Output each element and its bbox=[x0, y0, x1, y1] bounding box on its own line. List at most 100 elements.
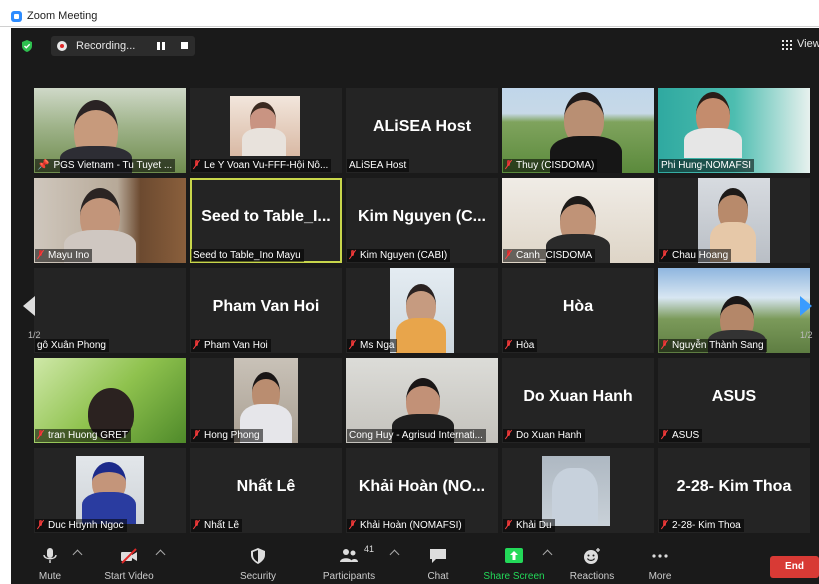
participant-name: Duc Huynh Ngoc bbox=[35, 519, 127, 532]
meeting-area: Recording... View 📌 PGS Vietnam - Tu Tuye… bbox=[11, 28, 819, 584]
participant-display-name: ALiSEA Host bbox=[372, 118, 472, 135]
view-label: View bbox=[797, 38, 819, 50]
participant-name: Cong Huy - Agrisud Internati... bbox=[347, 429, 486, 442]
video-tile[interactable]: Hòa Hòa bbox=[502, 268, 654, 353]
muted-mic-icon bbox=[661, 520, 668, 529]
muted-mic-icon bbox=[505, 520, 512, 529]
recording-label: Recording... bbox=[76, 40, 136, 52]
participant-display-name: Do Xuan Hanh bbox=[523, 388, 633, 405]
muted-mic-icon bbox=[193, 160, 200, 169]
participant-name: Mayu Ino bbox=[35, 249, 93, 262]
shield-check-icon[interactable] bbox=[20, 39, 34, 53]
participant-name: tran Huong GRET bbox=[35, 429, 132, 442]
video-tile[interactable]: Thuy (CISDOMA) bbox=[502, 88, 654, 173]
participant-name: gô Xuân Phong bbox=[35, 339, 109, 352]
more-label: More bbox=[648, 571, 672, 582]
microphone-icon bbox=[43, 548, 57, 563]
video-tile[interactable]: 📌 PGS Vietnam - Tu Tuyet ... bbox=[34, 88, 186, 173]
share-screen-icon bbox=[505, 548, 523, 563]
video-tile[interactable]: Canh_CISDOMA bbox=[502, 178, 654, 263]
muted-mic-icon bbox=[193, 520, 200, 529]
end-meeting-button[interactable]: End bbox=[770, 556, 819, 578]
participant-name: Phi Hung-NOMAFSI bbox=[659, 159, 755, 172]
participant-name: ALiSEA Host bbox=[347, 159, 410, 172]
participant-name: Chau Hoang bbox=[659, 249, 732, 262]
share-screen-button[interactable]: Share Screen bbox=[479, 544, 549, 584]
security-label: Security bbox=[239, 571, 277, 582]
security-button[interactable]: Security bbox=[223, 544, 293, 584]
video-tile[interactable]: Phi Hung-NOMAFSI bbox=[658, 88, 810, 173]
stop-recording-icon[interactable] bbox=[181, 42, 188, 49]
participant-name: Khải Hoàn (NOMAFSI) bbox=[347, 519, 465, 532]
muted-mic-icon bbox=[37, 520, 44, 529]
video-tile[interactable]: Nguyễn Thành Sang bbox=[658, 268, 810, 353]
page-indicator-right: 1/2 bbox=[800, 330, 813, 340]
previous-page-arrow-icon[interactable] bbox=[23, 296, 35, 316]
zoom-app-icon bbox=[11, 11, 22, 22]
participants-label: Participants bbox=[322, 571, 376, 582]
video-tile[interactable]: Le Y Voan Vu-FFF-Hội Nô... bbox=[190, 88, 342, 173]
participants-count: 41 bbox=[364, 544, 375, 554]
video-tile[interactable]: Cong Huy - Agrisud Internati... bbox=[346, 358, 498, 443]
participant-display-name: ASUS bbox=[711, 388, 757, 405]
muted-mic-icon bbox=[505, 340, 512, 349]
video-tile[interactable]: 2-28- Kim Thoa 2-28- Kim Thoa bbox=[658, 448, 810, 533]
chat-label: Chat bbox=[427, 571, 449, 582]
video-tile[interactable]: ALiSEA Host ALiSEA Host bbox=[346, 88, 498, 173]
muted-mic-icon bbox=[349, 250, 356, 259]
video-tile[interactable]: ASUS ASUS bbox=[658, 358, 810, 443]
participant-name: Thuy (CISDOMA) bbox=[503, 159, 598, 172]
muted-mic-icon bbox=[661, 250, 668, 259]
video-tile[interactable]: Ms Nga bbox=[346, 268, 498, 353]
video-tile[interactable]: gô Xuân Phong bbox=[34, 268, 186, 353]
participant-name: Hong Phong bbox=[191, 429, 263, 442]
participant-name: Seed to Table_Ino Mayu bbox=[191, 249, 304, 262]
participant-name: Le Y Voan Vu-FFF-Hội Nô... bbox=[191, 159, 332, 172]
video-tile-active-speaker[interactable]: Seed to Table_I... Seed to Table_Ino May… bbox=[190, 178, 342, 263]
mute-button[interactable]: Mute bbox=[15, 544, 85, 584]
participant-name: 2-28- Kim Thoa bbox=[659, 519, 744, 532]
muted-mic-icon bbox=[349, 520, 356, 529]
mute-label: Mute bbox=[38, 571, 62, 582]
participant-name: Canh_CISDOMA bbox=[503, 249, 596, 262]
next-page-arrow-icon[interactable] bbox=[800, 296, 812, 316]
muted-mic-icon bbox=[661, 340, 668, 349]
participant-name: Pham Van Hoi bbox=[191, 339, 271, 352]
participant-display-name: Seed to Table_I... bbox=[201, 208, 331, 225]
pause-recording-icon[interactable] bbox=[157, 42, 165, 50]
video-tile[interactable]: Chau Hoang bbox=[658, 178, 810, 263]
video-tile[interactable]: Do Xuan Hanh Do Xuan Hanh bbox=[502, 358, 654, 443]
video-off-icon bbox=[121, 548, 137, 564]
start-video-label: Start Video bbox=[104, 571, 154, 582]
more-button[interactable]: More bbox=[625, 544, 695, 584]
muted-mic-icon bbox=[349, 340, 356, 349]
reactions-button[interactable]: Reactions bbox=[557, 544, 627, 584]
participant-display-name: Pham Van Hoi bbox=[212, 298, 320, 315]
participant-name: Nhất Lê bbox=[191, 519, 243, 532]
chat-button[interactable]: Chat bbox=[403, 544, 473, 584]
video-tile[interactable]: Nhất Lê Nhất Lê bbox=[190, 448, 342, 533]
video-tile[interactable]: Khải Hoàn (NO... Khải Hoàn (NOMAFSI) bbox=[346, 448, 498, 533]
muted-mic-icon bbox=[193, 340, 200, 349]
participants-options-chevron-icon[interactable] bbox=[389, 549, 400, 560]
participant-name: Khải Du bbox=[503, 519, 555, 532]
video-tile[interactable]: Kim Nguyen (C... Kim Nguyen (CABI) bbox=[346, 178, 498, 263]
muted-mic-icon bbox=[661, 430, 668, 439]
participant-display-name: Hòa bbox=[562, 298, 594, 315]
video-tile[interactable]: Duc Huynh Ngoc bbox=[34, 448, 186, 533]
video-tile[interactable]: Khải Du bbox=[502, 448, 654, 533]
reactions-label: Reactions bbox=[569, 571, 615, 582]
video-tile[interactable]: Mayu Ino bbox=[34, 178, 186, 263]
participant-name: Kim Nguyen (CABI) bbox=[347, 249, 451, 262]
video-tile[interactable]: Hong Phong bbox=[190, 358, 342, 443]
participant-display-name: Khải Hoàn (NO... bbox=[358, 478, 486, 495]
start-video-button[interactable]: Start Video bbox=[94, 544, 164, 584]
window-titlebar: Zoom Meeting bbox=[0, 0, 819, 27]
muted-mic-icon bbox=[37, 430, 44, 439]
video-tile[interactable]: tran Huong GRET bbox=[34, 358, 186, 443]
muted-mic-icon bbox=[505, 250, 512, 259]
video-tile[interactable]: Pham Van Hoi Pham Van Hoi bbox=[190, 268, 342, 353]
participant-name: Hòa bbox=[503, 339, 538, 352]
more-dots-icon bbox=[652, 554, 668, 558]
window-title: Zoom Meeting bbox=[27, 10, 98, 22]
